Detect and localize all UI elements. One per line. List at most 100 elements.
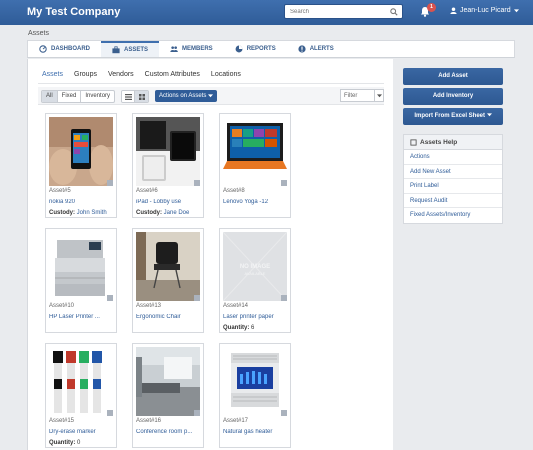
search-icon[interactable] xyxy=(390,8,398,16)
asset-meta: Custody: John Smith xyxy=(49,210,107,216)
asset-name-link[interactable]: Ergonomic Chair xyxy=(136,314,202,320)
printer-image xyxy=(49,232,113,301)
custodian-link[interactable]: Jane Doe xyxy=(164,210,190,216)
tab-members[interactable]: MEMBERS xyxy=(159,41,224,57)
asset-thumbnail[interactable] xyxy=(49,347,113,416)
conference-room-image xyxy=(136,347,200,416)
custodian-link[interactable]: John Smith xyxy=(77,210,107,216)
search-input[interactable] xyxy=(285,5,385,18)
subtab-groups[interactable]: Groups xyxy=(74,71,104,78)
help-link-actions[interactable]: Actions xyxy=(404,150,502,165)
subtab-locations[interactable]: Locations xyxy=(211,71,248,78)
asset-card[interactable]: NO IMAGE AVAILABLE Asset#14 Laser printe… xyxy=(219,228,291,333)
tab-dashboard[interactable]: DASHBOARD xyxy=(28,41,101,57)
list-view-button[interactable] xyxy=(122,91,135,102)
no-image-placeholder: NO IMAGE AVAILABLE xyxy=(223,232,287,301)
image-corner-icon xyxy=(194,410,200,416)
asset-thumbnail[interactable] xyxy=(49,117,113,186)
filter-inventory-button[interactable]: Inventory xyxy=(81,91,114,102)
assets-help-panel: Assets Help Actions Add New Asset Print … xyxy=(403,134,503,224)
quantity-value: 0 xyxy=(77,440,81,446)
help-link-fixed-assets-inventory[interactable]: Fixed Assets/Inventory xyxy=(404,208,502,223)
assets-panel: Assets Groups Vendors Custom Attributes … xyxy=(27,59,393,450)
quantity-value: 6 xyxy=(251,325,255,331)
asset-name-link[interactable]: Laser printer paper xyxy=(223,314,289,320)
add-inventory-button[interactable]: Add Inventory xyxy=(403,88,503,105)
help-link-add-new-asset[interactable]: Add New Asset xyxy=(404,165,502,179)
asset-thumbnail[interactable] xyxy=(136,117,200,186)
import-excel-button[interactable]: Import From Excel Sheet xyxy=(403,108,503,125)
image-corner-icon xyxy=(107,410,113,416)
meta-label: Quantity: xyxy=(223,325,250,331)
no-image-subtext: AVAILABLE xyxy=(245,271,266,276)
chevron-down-icon xyxy=(374,90,383,101)
asset-name-link[interactable]: HP Laser Printer ... xyxy=(49,314,115,320)
ipad-image xyxy=(136,117,200,186)
asset-card[interactable]: Asset#13 Ergonomic Chair xyxy=(132,228,204,333)
tab-label: ALERTS xyxy=(309,46,334,52)
asset-thumbnail[interactable]: NO IMAGE AVAILABLE xyxy=(223,232,287,301)
notification-badge: 1 xyxy=(427,3,436,12)
chevron-down-icon xyxy=(513,8,519,12)
no-image-text: NO IMAGE xyxy=(240,264,270,270)
filter-all-button[interactable]: All xyxy=(42,91,58,102)
asset-name-link[interactable]: Conference room p... xyxy=(136,429,202,435)
asset-card[interactable]: Asset#10 HP Laser Printer ... xyxy=(45,228,117,333)
brand-name[interactable]: My Test Company xyxy=(27,6,120,18)
asset-thumbnail[interactable] xyxy=(49,232,113,301)
asset-name-link[interactable]: iPad - Lobby use xyxy=(136,199,202,205)
image-corner-icon xyxy=(194,295,200,301)
asset-tag: Asset#14 xyxy=(223,303,249,309)
main-nav: DASHBOARD ASSETS MEMBERS REPORTS ALERTS xyxy=(27,40,515,58)
import-label: Import From Excel Sheet xyxy=(414,113,485,119)
list-icon xyxy=(124,93,132,100)
asset-name-link[interactable]: Natural gas heater xyxy=(223,429,289,435)
help-link-print-label[interactable]: Print Label xyxy=(404,179,502,194)
asset-card[interactable]: Asset#5 nokia 920 Custody: John Smith xyxy=(45,113,117,218)
user-menu[interactable]: Jean-Luc Picard xyxy=(450,7,519,14)
asset-thumbnail[interactable] xyxy=(136,347,200,416)
asset-thumbnail[interactable] xyxy=(223,117,287,186)
filter-select[interactable]: Filter xyxy=(340,89,384,102)
chevron-down-icon xyxy=(208,94,214,98)
breadcrumb: Assets xyxy=(28,30,50,37)
tab-assets[interactable]: ASSETS xyxy=(101,41,160,57)
actions-on-assets-button[interactable]: Actions on Assets xyxy=(155,90,218,102)
meta-label: Quantity: xyxy=(49,440,76,446)
top-navbar: My Test Company 1 Jean-Luc Picard xyxy=(0,0,533,25)
chevron-down-icon xyxy=(486,113,492,117)
asset-meta: Quantity: 6 xyxy=(223,325,254,331)
image-corner-icon xyxy=(107,180,113,186)
subtab-assets[interactable]: Assets xyxy=(42,71,70,78)
asset-name-link[interactable]: Lenovo Yoga -12 xyxy=(223,199,289,205)
help-link-request-audit[interactable]: Request Audit xyxy=(404,194,502,208)
grid-view-button[interactable] xyxy=(135,91,148,102)
alert-icon xyxy=(298,45,306,53)
filter-fixed-button[interactable]: Fixed xyxy=(58,91,82,102)
briefcase-icon xyxy=(112,46,120,54)
asset-name-link[interactable]: nokia 920 xyxy=(49,199,115,205)
asset-card[interactable]: Asset#8 Lenovo Yoga -12 xyxy=(219,113,291,218)
view-toggle xyxy=(121,90,149,103)
subtab-custom-attributes[interactable]: Custom Attributes xyxy=(145,71,207,78)
users-icon xyxy=(170,46,178,52)
subtab-vendors[interactable]: Vendors xyxy=(108,71,141,78)
asset-thumbnail[interactable] xyxy=(223,347,287,416)
tab-label: DASHBOARD xyxy=(51,46,90,52)
asset-toolbar: All Fixed Inventory Actions on Assets Fi… xyxy=(38,87,384,105)
asset-card[interactable]: Asset#15 Dry-erase marker Quantity: 0 xyxy=(45,343,117,448)
tab-reports[interactable]: REPORTS xyxy=(224,41,287,57)
asset-tag: Asset#15 xyxy=(49,418,75,424)
asset-name-link[interactable]: Dry-erase marker xyxy=(49,429,115,435)
tab-alerts[interactable]: ALERTS xyxy=(287,41,345,57)
image-corner-icon xyxy=(281,410,287,416)
image-corner-icon xyxy=(107,295,113,301)
asset-thumbnail[interactable] xyxy=(136,232,200,301)
add-asset-button[interactable]: Add Asset xyxy=(403,68,503,85)
search-box[interactable] xyxy=(284,4,403,19)
asset-card[interactable]: Asset#17 Natural gas heater xyxy=(219,343,291,448)
asset-card[interactable]: Asset#6 iPad - Lobby use Custody: Jane D… xyxy=(132,113,204,218)
actions-label: Actions on Assets xyxy=(159,93,207,99)
image-corner-icon xyxy=(281,180,287,186)
asset-card[interactable]: Asset#16 Conference room p... xyxy=(132,343,204,448)
